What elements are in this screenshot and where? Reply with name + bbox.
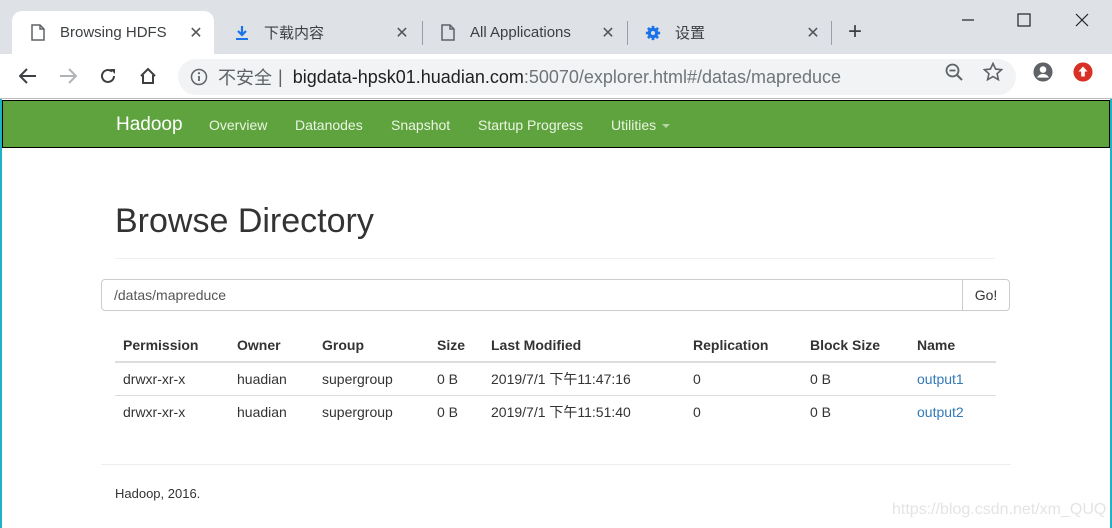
cell-size: 0 B: [429, 362, 483, 396]
url-path: :50070/explorer.html#/datas/mapreduce: [523, 66, 842, 87]
download-icon: [234, 25, 250, 41]
close-tab-icon[interactable]: ✕: [598, 23, 618, 43]
table-row: drwxr-xr-x huadian supergroup 0 B 2019/7…: [115, 395, 996, 428]
profile-avatar-icon[interactable]: [1033, 62, 1053, 82]
back-arrow-icon[interactable]: [16, 64, 40, 88]
bookmark-star-icon[interactable]: [983, 62, 1003, 82]
column-header-replication[interactable]: Replication: [685, 328, 802, 363]
tab-downloads[interactable]: 下载内容 ✕: [216, 11, 420, 54]
column-header-size[interactable]: Size: [429, 328, 483, 363]
nav-link-datanodes[interactable]: Datanodes: [295, 117, 363, 133]
column-header-owner[interactable]: Owner: [229, 328, 314, 363]
table-header-row: Permission Owner Group Size Last Modifie…: [115, 328, 996, 363]
column-header-last-modified[interactable]: Last Modified: [483, 328, 685, 363]
table-row: drwxr-xr-x huadian supergroup 0 B 2019/7…: [115, 362, 996, 396]
nav-link-utilities[interactable]: Utilities: [611, 117, 671, 133]
cell-name: output2: [909, 395, 996, 428]
home-icon[interactable]: [136, 64, 160, 88]
browser-toolbar: 不安全 | bigdata-hpsk01.huadian.com:50070/e…: [0, 54, 1112, 99]
cell-owner: huadian: [237, 403, 287, 420]
tab-title: Browsing HDFS: [60, 24, 167, 41]
nav-link-utilities-label: Utilities: [611, 117, 657, 133]
hadoop-brand[interactable]: Hadoop: [116, 114, 183, 136]
directory-path-input[interactable]: [101, 279, 963, 311]
cell-owner: huadian: [229, 362, 314, 396]
zoom-out-icon[interactable]: [944, 62, 964, 82]
close-tab-icon[interactable]: ✕: [803, 23, 823, 43]
directory-listing-table: Permission Owner Group Size Last Modifie…: [115, 328, 996, 428]
footer-copyright: Hadoop, 2016.: [115, 486, 201, 501]
tab-title: All Applications: [470, 24, 571, 41]
minimize-icon[interactable]: [953, 8, 983, 32]
tab-strip: Browsing HDFS ✕ 下载内容 ✕ All Applications …: [0, 0, 1112, 54]
new-tab-button[interactable]: +: [848, 20, 862, 44]
nav-link-startup-progress[interactable]: Startup Progress: [478, 117, 583, 133]
nav-link-snapshot[interactable]: Snapshot: [391, 117, 450, 133]
page-title: Browse Directory: [115, 202, 374, 240]
directory-link[interactable]: output1: [917, 371, 964, 387]
tab-title: 下载内容: [264, 25, 325, 42]
caret-down-icon: [662, 124, 671, 129]
info-icon[interactable]: [190, 68, 208, 86]
maximize-icon[interactable]: [1009, 8, 1039, 32]
column-header-permission[interactable]: Permission: [115, 328, 229, 363]
cell-group: supergroup: [314, 362, 429, 396]
watermark: https://blog.csdn.net/xm_QUQ: [892, 501, 1107, 518]
tab-title: 设置: [675, 25, 706, 42]
column-header-block-size[interactable]: Block Size: [802, 328, 909, 363]
page-icon: [30, 24, 46, 41]
reload-icon[interactable]: [96, 64, 120, 88]
tab-browsing-hdfs[interactable]: Browsing HDFS ✕: [12, 11, 214, 54]
cell-group: supergroup: [322, 403, 393, 420]
tab-settings[interactable]: 设置 ✕: [627, 11, 831, 54]
tab-separator: [831, 21, 832, 45]
cell-replication: 0: [685, 362, 802, 396]
address-bar[interactable]: 不安全 | bigdata-hpsk01.huadian.com:50070/e…: [178, 59, 1016, 95]
url-host: bigdata-hpsk01.huadian.com: [292, 66, 524, 87]
cell-replication: 0: [693, 403, 701, 420]
cell-last-modified: 2019/7/1 下午11:47:16: [483, 362, 685, 396]
page-icon: [440, 24, 456, 41]
close-tab-icon[interactable]: ✕: [392, 23, 412, 43]
column-header-group[interactable]: Group: [314, 328, 429, 363]
cell-size: 0 B: [437, 403, 459, 420]
settings-gear-icon: [645, 25, 661, 41]
cell-last-modified: 2019/7/1 下午11:51:40: [491, 403, 631, 420]
security-label: 不安全: [218, 68, 272, 88]
close-window-icon[interactable]: [1067, 8, 1097, 32]
cell-block-size: 0 B: [810, 403, 832, 420]
title-divider: [115, 258, 995, 259]
cell-block-size: 0 B: [802, 362, 909, 396]
close-tab-icon[interactable]: ✕: [186, 23, 206, 43]
address-separator: |: [278, 66, 283, 87]
directory-link[interactable]: output2: [917, 404, 964, 420]
tab-all-applications[interactable]: All Applications ✕: [422, 11, 626, 54]
forward-arrow-icon[interactable]: [56, 64, 80, 88]
hadoop-navbar: Hadoop Overview Datanodes Snapshot Start…: [2, 100, 1110, 148]
footer-divider: [101, 464, 1011, 465]
go-button[interactable]: Go!: [962, 279, 1010, 311]
cell-name: output1: [909, 362, 996, 396]
nav-link-overview[interactable]: Overview: [209, 117, 267, 133]
cell-permission: drwxr-xr-x: [115, 362, 229, 396]
cell-permission: drwxr-xr-x: [123, 403, 186, 420]
column-header-name[interactable]: Name: [909, 328, 996, 363]
update-arrow-icon[interactable]: [1073, 62, 1093, 82]
